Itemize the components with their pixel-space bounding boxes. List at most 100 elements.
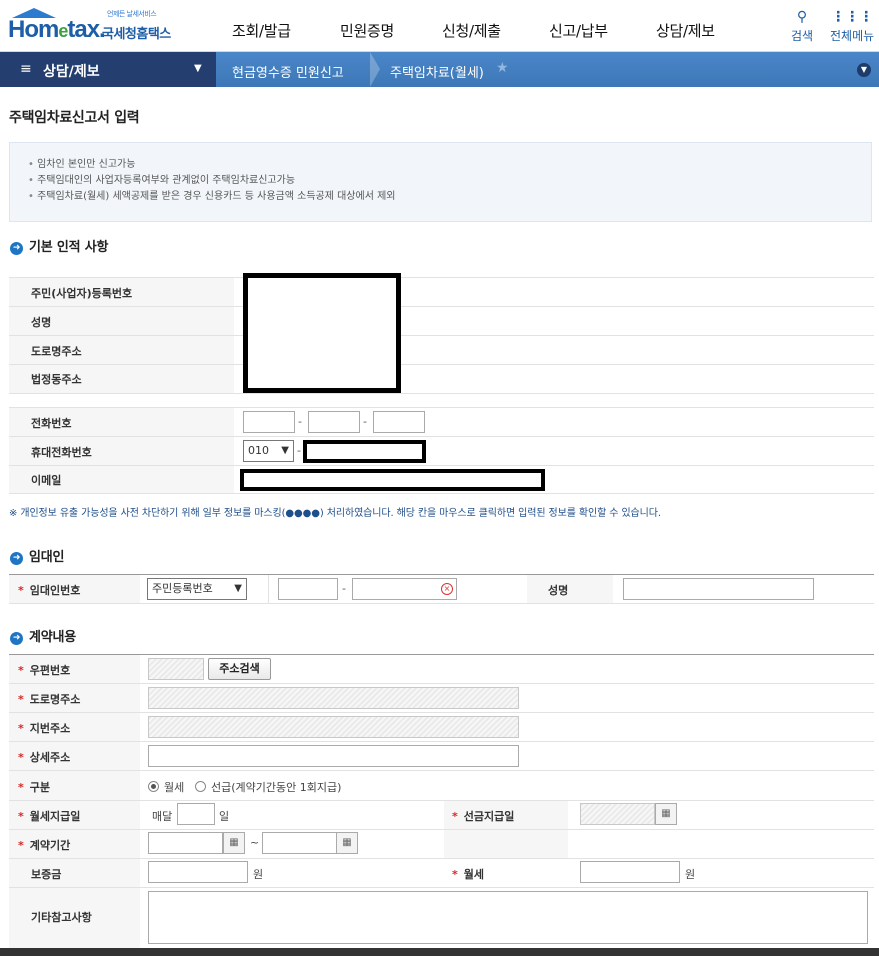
prepay-day-input [580, 803, 655, 825]
calendar-icon[interactable]: ▦ [336, 832, 358, 854]
rent-input[interactable] [580, 861, 680, 883]
breadcrumb-item-cash-receipt[interactable]: 현금영수증 민원신고 [232, 62, 344, 81]
prepay-day-label: * 선금지급일 [452, 810, 515, 823]
star-icon[interactable]: ★ [496, 60, 509, 76]
phone-part2-input[interactable] [308, 411, 360, 433]
logo-tagline: 언제든 날세서비스 [107, 10, 157, 18]
divider [9, 741, 874, 742]
section-landlord: ➜ 임대인 [10, 546, 64, 565]
top-header: 언제든 날세서비스 Hometax. 국세청홈택스 조회/발급 민원증명 신청/… [0, 0, 879, 52]
section-basic-info: ➜ 기본 인적 사항 [10, 236, 108, 255]
detail-address-input[interactable] [148, 745, 519, 767]
monthly-day-input[interactable] [177, 803, 215, 825]
memo-label: 기타참고사항 [31, 911, 92, 924]
page-title: 주택임차료신고서 입력 [9, 110, 140, 126]
breadcrumb-bar: ≡ 상담/제보 ▼ 현금영수증 민원신고 주택임차료(월세) ★ [0, 52, 879, 87]
dash: - [342, 582, 346, 595]
gnb-item-certificate[interactable]: 민원증명 [340, 20, 394, 41]
mobile-prefix-select[interactable]: 010 ▼ [243, 440, 294, 462]
day-suffix: 일 [219, 810, 230, 823]
gnb-item-apply[interactable]: 신청/제출 [442, 20, 501, 41]
divider [9, 493, 874, 494]
notice-item: 임차인 본인만 신고가능 [28, 157, 853, 173]
phone-part3-input[interactable] [373, 411, 425, 433]
dash: - [363, 415, 367, 428]
divider [9, 407, 874, 408]
detail-address-label: * 상세주소 [18, 751, 71, 764]
hometax-logo[interactable]: 언제든 날세서비스 Hometax. 국세청홈택스 [8, 8, 178, 46]
phone-part1-input[interactable] [243, 411, 295, 433]
won-unit: 원 [253, 868, 264, 881]
nav-current-menu[interactable]: ≡ 상담/제보 ▼ [0, 52, 216, 87]
address-search-button[interactable]: 주소검색 [208, 658, 271, 680]
divider [9, 683, 874, 684]
redacted-mobile-number[interactable] [303, 440, 426, 463]
calendar-icon[interactable]: ▦ [655, 803, 677, 825]
nav-current-label: 상담/제보 [43, 64, 100, 80]
divider [9, 712, 874, 713]
memo-textarea[interactable] [148, 891, 868, 944]
divider [9, 603, 874, 604]
period-start-input[interactable] [148, 832, 223, 854]
type-prepay-label[interactable]: 선급(계약기간동안 1회지급) [211, 779, 341, 795]
divider [9, 800, 874, 801]
landlord-id-part1-input[interactable] [278, 578, 338, 600]
divider [9, 465, 874, 466]
caret-down-icon: ▼ [234, 583, 242, 594]
type-prepay-radio[interactable] [195, 781, 206, 792]
privacy-notice: ※ 개인정보 유출 가능성을 사전 차단하기 위해 일부 정보를 마스킹(●●●… [9, 508, 661, 519]
type-monthly-radio[interactable] [148, 781, 159, 792]
landlord-id-type-select[interactable]: 주민등록번호 ▼ [147, 578, 247, 600]
legal-address-label: 법정동주소 [31, 373, 82, 386]
gnb-item-report[interactable]: 신고/납부 [549, 20, 608, 41]
landlord-name-label: 성명 [548, 584, 569, 597]
landlord-id-part2-input[interactable]: × [352, 578, 457, 600]
arrow-right-icon: ➜ [10, 632, 23, 645]
divider [9, 770, 874, 771]
divider [9, 306, 874, 307]
chevron-down-icon[interactable]: ▼ [857, 63, 871, 77]
won-unit: 원 [685, 868, 696, 881]
notice-item: 주택임대인의 사업자등록여부와 관계없이 주택임차료신고가능 [28, 173, 853, 189]
type-label: * 구분 [18, 781, 51, 794]
bottom-bar [0, 948, 879, 956]
breadcrumb-item-rent[interactable]: 주택임차료(월세) [390, 62, 484, 81]
logo-korean: 국세청홈택스 [102, 27, 171, 42]
breadcrumb-separator [370, 52, 380, 87]
road-address-label: * 도로명주소 [18, 693, 81, 706]
divider [9, 364, 874, 365]
gnb-item-lookup[interactable]: 조회/발급 [232, 20, 291, 41]
period-end-input[interactable] [262, 832, 337, 854]
redacted-personal-info [243, 273, 401, 393]
zip-input [148, 658, 204, 680]
divider [9, 335, 874, 336]
rent-label: * 월세 [452, 868, 485, 881]
calendar-icon[interactable]: ▦ [223, 832, 245, 854]
road-address-label: 도로명주소 [31, 345, 82, 358]
divider [9, 887, 874, 888]
all-menu-label: 전체메뉴 [830, 29, 875, 43]
redacted-email[interactable] [240, 469, 545, 491]
landlord-name-input[interactable] [623, 578, 814, 600]
search-button[interactable]: ⚲ 검색 [791, 10, 813, 44]
type-monthly-label[interactable]: 월세 [164, 779, 184, 795]
caret-down-icon: ▼ [194, 63, 202, 74]
divider [9, 277, 874, 278]
search-label: 검색 [791, 29, 814, 43]
clear-icon[interactable]: × [441, 583, 453, 595]
deposit-input[interactable] [148, 861, 248, 883]
search-icon: ⚲ [796, 9, 808, 25]
email-label: 이메일 [31, 474, 62, 487]
divider [9, 436, 874, 437]
notice-box: 임차인 본인만 신고가능 주택임대인의 사업자등록여부와 관계없이 주택임차료신… [9, 142, 872, 222]
grid-icon: ⋮⋮⋮ [831, 9, 874, 25]
rrn-label: 주민(사업자)등록번호 [31, 287, 133, 300]
dash: - [298, 415, 302, 428]
divider [9, 393, 874, 394]
phone-label: 전화번호 [31, 417, 72, 430]
deposit-label: 보증금 [31, 868, 62, 881]
arrow-right-icon: ➜ [10, 552, 23, 565]
all-menu-button[interactable]: ⋮⋮⋮ 전체메뉴 [830, 10, 874, 44]
gnb-item-consult[interactable]: 상담/제보 [656, 20, 715, 41]
section-contract: ➜ 계약내용 [10, 626, 76, 645]
